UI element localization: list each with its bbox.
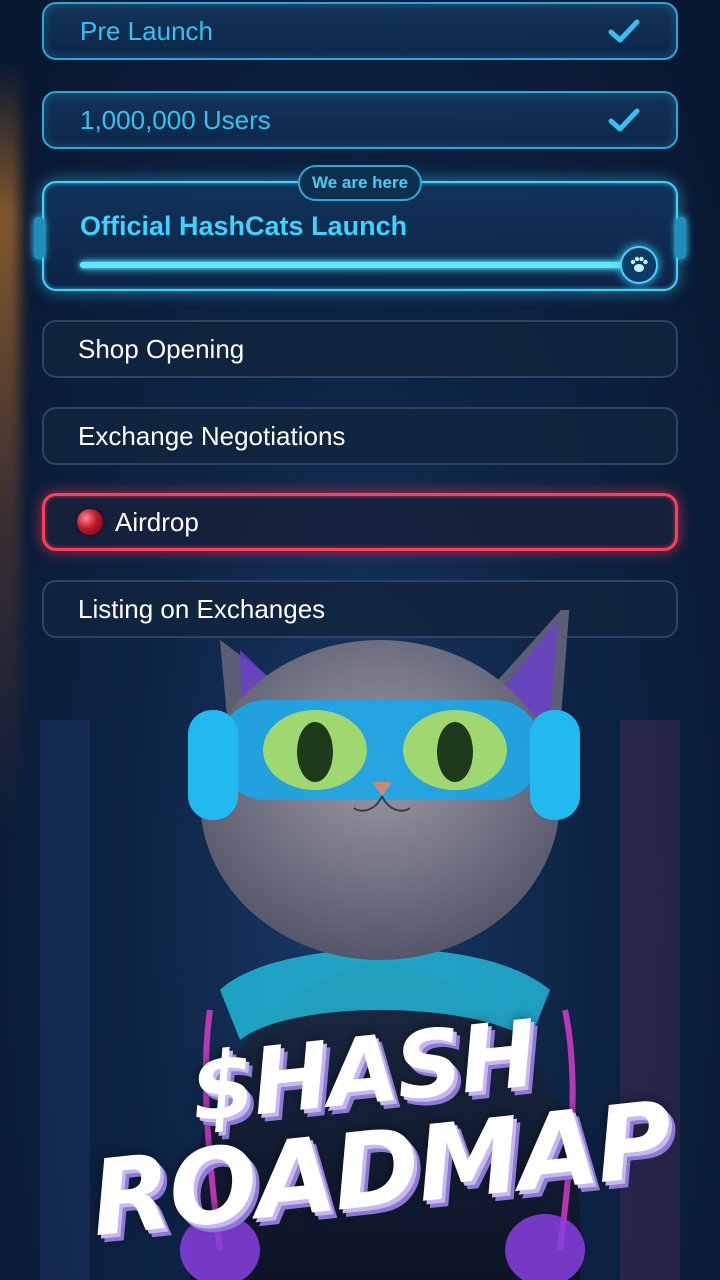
milestone-shop-opening[interactable]: Shop Opening bbox=[42, 320, 678, 378]
connector-right bbox=[676, 217, 686, 259]
milestone-current-launch[interactable]: We are here Official HashCats Launch bbox=[34, 165, 686, 291]
background-light-streak bbox=[0, 60, 20, 840]
milestone-users[interactable]: 1,000,000 Users bbox=[42, 91, 678, 149]
paw-icon bbox=[620, 245, 658, 284]
progress-fill bbox=[80, 261, 624, 268]
milestone-airdrop[interactable]: Airdrop bbox=[42, 493, 678, 551]
check-icon bbox=[608, 108, 640, 132]
gem-icon bbox=[77, 509, 103, 535]
progress-bar bbox=[80, 245, 658, 284]
milestone-label: Exchange Negotiations bbox=[78, 420, 346, 451]
milestone-label: Pre Launch bbox=[80, 15, 213, 46]
milestone-label: Shop Opening bbox=[78, 333, 245, 364]
we-are-here-badge: We are here bbox=[297, 165, 423, 201]
milestone-label: Airdrop bbox=[115, 506, 199, 537]
milestone-label: Official HashCats Launch bbox=[80, 210, 408, 241]
milestone-label: 1,000,000 Users bbox=[80, 104, 271, 135]
connector-left bbox=[34, 217, 44, 259]
milestone-pre-launch[interactable]: Pre Launch bbox=[42, 2, 678, 60]
milestone-exchange-negotiations[interactable]: Exchange Negotiations bbox=[42, 407, 678, 465]
check-icon bbox=[608, 19, 640, 43]
